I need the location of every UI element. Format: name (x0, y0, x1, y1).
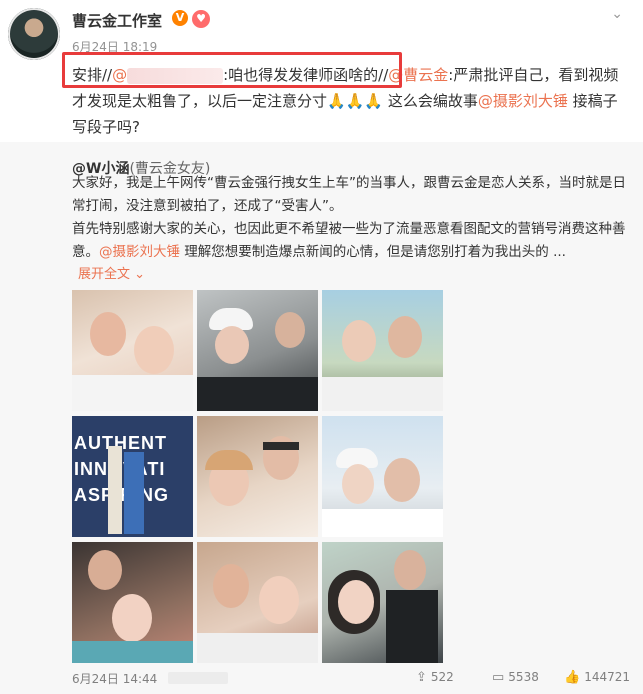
post-text-part: 这么会编故事 (383, 92, 478, 110)
author-name[interactable]: 曹云金工作室 (72, 10, 162, 31)
repost-paragraph-1: 大家好，我是上午网传“曹云金强行拽女生上车”的当事人，跟曹云金是恋人关系，当时就… (72, 175, 626, 214)
like-count: 144721 (584, 670, 630, 684)
photo-6[interactable] (322, 416, 443, 537)
photo-9[interactable] (322, 542, 443, 663)
pray-emoji-icon: 🙏🙏🙏 (327, 92, 384, 110)
photo-8[interactable] (197, 542, 318, 663)
highlight-box (62, 52, 402, 88)
redacted-source (168, 672, 228, 684)
chevron-down-icon: ⌄ (134, 267, 146, 282)
photo-3[interactable] (322, 290, 443, 411)
photo-5[interactable] (197, 416, 318, 537)
photo-2[interactable] (197, 290, 318, 411)
expand-full-text-link[interactable]: 展开全文 ⌄ (78, 263, 145, 282)
weibo-post: 曹云金工作室 V ♥ ⌄ 6月24日 18:19 安排//@:咱也得发发律师函啥… (0, 0, 643, 694)
photo-4[interactable]: AUTHENT INNOVATI ASPIRING (72, 416, 193, 537)
repost-paragraph-2: 首先特别感谢大家的关心，也因此更不希望被一些为了流量恶意看图配文的营销号消费这种… (72, 218, 638, 264)
repost-date[interactable]: 6月24日 14:44 (72, 670, 157, 687)
verified-badge-icon: V (172, 10, 188, 26)
expand-label: 展开全文 (78, 267, 131, 282)
photo-1[interactable] (72, 290, 193, 411)
repost-text: 大家好，我是上午网传“曹云金强行拽女生上车”的当事人，跟曹云金是恋人关系，当时就… (72, 172, 638, 264)
comment-icon: ▭ (492, 670, 505, 685)
member-badge-icon: ♥ (192, 10, 210, 28)
photo-grid: AUTHENT INNOVATI ASPIRING (72, 290, 443, 664)
comment-count: 5538 (508, 670, 539, 684)
repost-count: 522 (430, 670, 454, 684)
avatar[interactable] (8, 8, 60, 60)
like-count-button[interactable]: 👍 144721 (564, 670, 630, 685)
comment-count-button[interactable]: ▭ 5538 (492, 670, 539, 685)
repost-icon: ⇪ (416, 670, 427, 685)
chevron-down-icon[interactable]: ⌄ (611, 6, 623, 22)
repost-count-button[interactable]: ⇪ 522 (416, 670, 454, 685)
repost-text-part: 理解您想要制造爆点新闻的心情，但是请您别打着为我出头的 ... (180, 244, 566, 260)
photo-7[interactable] (72, 542, 193, 663)
mention-link[interactable]: @摄影刘大锤 (99, 244, 180, 260)
mention-link[interactable]: @摄影刘大锤 (478, 92, 568, 110)
repost-footer: 6月24日 14:44 ⇪ 522 ▭ 5538 👍 144721 (72, 670, 638, 690)
thumbs-up-icon: 👍 (564, 670, 581, 685)
